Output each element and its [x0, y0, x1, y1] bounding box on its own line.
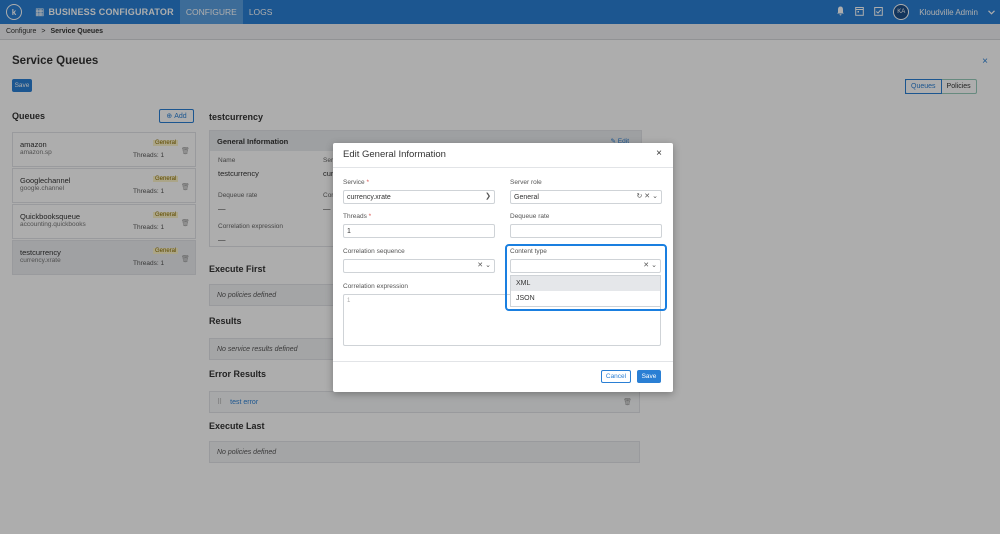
content-type-focus-highlight: [505, 244, 667, 311]
required-mark: *: [368, 213, 372, 220]
threads-value: 1: [347, 227, 351, 235]
threads-label: Threads *: [343, 213, 371, 220]
server-role-label: Server role: [510, 179, 542, 186]
threads-label-text: Threads: [343, 213, 367, 220]
correlation-sequence-label: Correlation sequence: [343, 248, 405, 255]
clear-icon[interactable]: ✕: [644, 193, 650, 200]
server-role-value: General: [514, 193, 539, 201]
service-label-text: Service: [343, 179, 365, 186]
clear-icon[interactable]: ✕: [477, 262, 483, 269]
server-role-select[interactable]: General ↻ ✕ ⌄: [510, 190, 662, 204]
chevron-down-icon[interactable]: ⌄: [485, 262, 491, 269]
service-select-value: currency.xrate: [347, 193, 391, 201]
service-label: Service *: [343, 179, 369, 186]
dialog-title: Edit General Information: [343, 149, 446, 160]
cancel-button[interactable]: Cancel: [601, 370, 631, 383]
threads-input[interactable]: 1: [343, 224, 495, 238]
correlation-sequence-controls: ✕ ⌄: [477, 261, 491, 269]
chevron-down-icon[interactable]: ⌄: [652, 193, 658, 200]
refresh-icon[interactable]: ↻: [636, 193, 642, 200]
required-mark: *: [366, 179, 370, 186]
correlation-expression-label: Correlation expression: [343, 283, 409, 290]
save-button[interactable]: Save: [637, 370, 661, 383]
service-select[interactable]: currency.xrate ❯: [343, 190, 495, 204]
line-number: 1: [347, 298, 351, 304]
chevron-down-icon[interactable]: ❯: [485, 192, 491, 200]
correlation-sequence-select[interactable]: ✕ ⌄: [343, 259, 495, 273]
dequeue-rate-input[interactable]: [510, 224, 662, 238]
close-icon[interactable]: ×: [656, 148, 662, 159]
dialog-footer-divider: [333, 361, 673, 362]
dequeue-rate-label: Dequeue rate: [510, 213, 550, 220]
server-role-controls: ↻ ✕ ⌄: [636, 192, 658, 200]
dialog-divider: [333, 167, 673, 168]
